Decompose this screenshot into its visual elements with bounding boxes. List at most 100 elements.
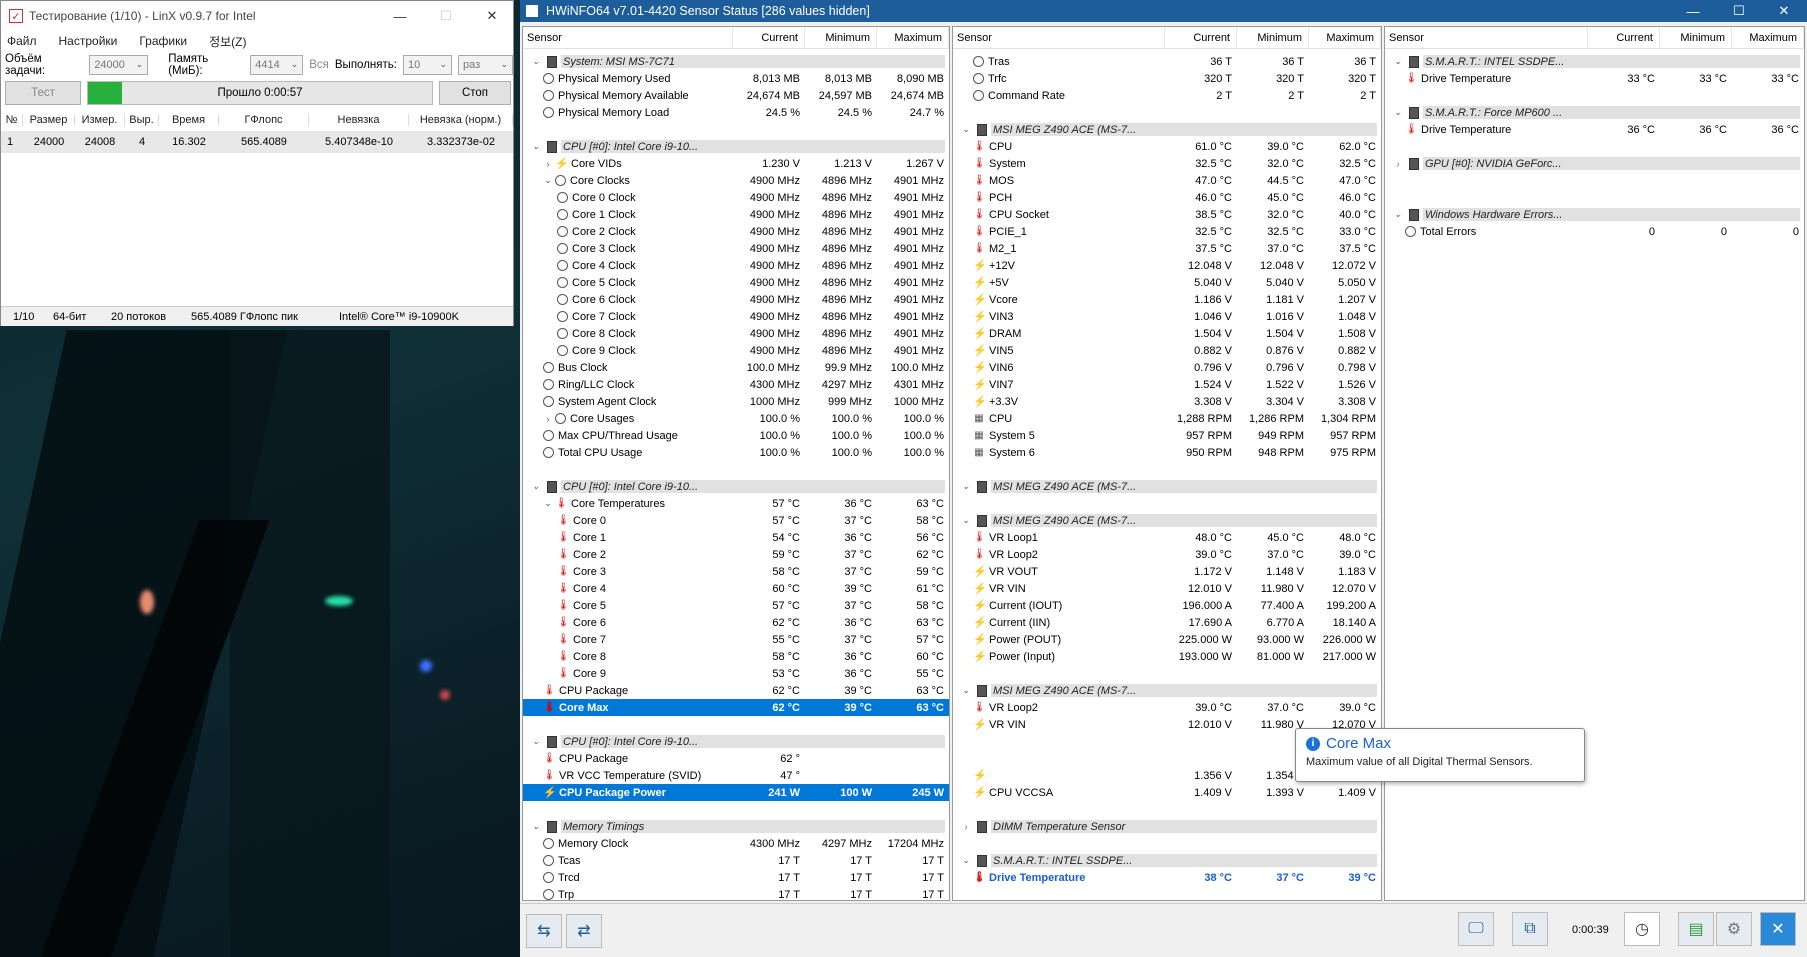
- minimize-button[interactable]: —: [1670, 0, 1716, 22]
- expand-all-button[interactable]: ⇆: [526, 914, 562, 948]
- sensor-row[interactable]: 🌡 PCIE_1 32.5 °C 32.5 °C 33.0 °C: [953, 223, 1381, 240]
- sensor-row[interactable]: Bus Clock 100.0 MHz 99.9 MHz 100.0 MHz: [523, 359, 949, 376]
- sensor-row[interactable]: 🌡 System 32.5 °C 32.0 °C 32.5 °C: [953, 155, 1381, 172]
- maximize-button[interactable]: ☐: [1716, 0, 1762, 22]
- sensor-row[interactable]: ⚡ VR VIN 12.010 V 11.980 V 12.070 V: [953, 580, 1381, 597]
- sensor-row[interactable]: 🌡 Core 9 53 °C 36 °C 55 °C: [523, 665, 949, 682]
- menu-graphs[interactable]: Графики: [139, 34, 187, 48]
- chevron-down-icon[interactable]: ⌄: [541, 498, 555, 509]
- sensor-group[interactable]: ⌄ MSI MEG Z490 ACE (MS-7...: [953, 512, 1381, 529]
- sensor-row[interactable]: 🌡 CPU Package 62 °: [523, 750, 949, 767]
- sensor-group[interactable]: ⌄ S.M.A.R.T.: INTEL SSDPE...: [1385, 53, 1804, 70]
- sensor-row[interactable]: Memory Clock 4300 MHz 4297 MHz 17204 MHz: [523, 835, 949, 852]
- sensor-row[interactable]: 🌡 Drive Temperature 36 °C 36 °C 36 °C: [1385, 121, 1804, 138]
- sensor-row[interactable]: 🌡 CPU Socket 38.5 °C 32.0 °C 40.0 °C: [953, 206, 1381, 223]
- linx-titlebar[interactable]: ✓ Тестирование (1/10) - LinX v0.9.7 for …: [1, 1, 513, 31]
- sensor-row[interactable]: 🌡 Drive Temperature 33 °C 33 °C 33 °C: [1385, 70, 1804, 87]
- chevron-right-icon[interactable]: ›: [959, 822, 973, 832]
- chevron-down-icon[interactable]: ⌄: [1391, 107, 1405, 118]
- sensor-row[interactable]: 🌡 CPU Package 62 °C 39 °C 63 °C: [523, 682, 949, 699]
- sensor-row[interactable]: › ⚡ Core VIDs 1.230 V 1.213 V 1.267 V: [523, 155, 949, 172]
- col-minimum[interactable]: Minimum: [1237, 27, 1309, 48]
- sensor-row[interactable]: 🌡 CPU 61.0 °C 39.0 °C 62.0 °C: [953, 138, 1381, 155]
- sensor-group[interactable]: ⌄ CPU [#0]: Intel Core i9-10...: [523, 478, 949, 495]
- menu-settings[interactable]: Настройки: [59, 34, 118, 48]
- sensor-group[interactable]: ⌄ MSI MEG Z490 ACE (MS-7...: [953, 478, 1381, 495]
- sensor-row[interactable]: Trp 17 T 17 T 17 T: [523, 886, 949, 900]
- col-maximum[interactable]: Maximum: [1732, 27, 1804, 48]
- sensor-row[interactable]: 🌡 M2_1 37.5 °C 37.0 °C 37.5 °C: [953, 240, 1381, 257]
- sensor-row[interactable]: ⚡ VIN3 1.046 V 1.016 V 1.048 V: [953, 308, 1381, 325]
- sensor-row[interactable]: Total Errors 0 0 0: [1385, 223, 1804, 240]
- col-maximum[interactable]: Maximum: [1309, 27, 1381, 48]
- sensor-row[interactable]: 🌡 Core 4 60 °C 39 °C 61 °C: [523, 580, 949, 597]
- sensor-row[interactable]: 🌡 PCH 46.0 °C 45.0 °C 46.0 °C: [953, 189, 1381, 206]
- sensor-row[interactable]: Ring/LLC Clock 4300 MHz 4297 MHz 4301 MHz: [523, 376, 949, 393]
- unit-combo[interactable]: раз ⌄: [458, 55, 514, 75]
- sensor-row[interactable]: 🌡 Core 7 55 °C 37 °C 57 °C: [523, 631, 949, 648]
- col-residual[interactable]: Невязка: [309, 114, 409, 126]
- chevron-down-icon[interactable]: ⌄: [529, 481, 543, 492]
- log-button[interactable]: ▤: [1678, 912, 1714, 946]
- sensor-row[interactable]: Core 1 Clock 4900 MHz 4896 MHz 4901 MHz: [523, 206, 949, 223]
- col-current[interactable]: Current: [733, 27, 805, 48]
- sensor-group[interactable]: ⌄ MSI MEG Z490 ACE (MS-7...: [953, 682, 1381, 699]
- stop-button[interactable]: Стоп: [439, 81, 511, 105]
- chevron-down-icon[interactable]: ⌄: [529, 736, 543, 747]
- sensor-row[interactable]: 🌡 Core 1 54 °C 36 °C 56 °C: [523, 529, 949, 546]
- close-button[interactable]: ✕: [1761, 0, 1807, 22]
- col-minimum[interactable]: Minimum: [1660, 27, 1732, 48]
- sensor-row[interactable]: Core 5 Clock 4900 MHz 4896 MHz 4901 MHz: [523, 274, 949, 291]
- chevron-down-icon[interactable]: ⌄: [1391, 56, 1405, 67]
- maximize-button[interactable]: ☐: [423, 1, 469, 31]
- sensor-row[interactable]: 🌡 MOS 47.0 °C 44.5 °C 47.0 °C: [953, 172, 1381, 189]
- sensor-row[interactable]: 🌡 VR Loop2 39.0 °C 37.0 °C 39.0 °C: [953, 699, 1381, 716]
- sensor-row[interactable]: Physical Memory Used 8,013 MB 8,013 MB 8,09…: [523, 70, 949, 87]
- menu-info[interactable]: 정보(Z): [209, 33, 246, 50]
- sensor-group[interactable]: ⌄ Windows Hardware Errors...: [1385, 206, 1804, 223]
- sensor-row[interactable]: Trcd 17 T 17 T 17 T: [523, 869, 949, 886]
- close-button[interactable]: ✕: [469, 1, 515, 31]
- col-align[interactable]: Выр.: [125, 114, 159, 126]
- sensor-row[interactable]: ▦ System 5 957 RPM 949 RPM 957 RPM: [953, 427, 1381, 444]
- sensor-row[interactable]: Core 6 Clock 4900 MHz 4896 MHz 4901 MHz: [523, 291, 949, 308]
- sensor-row[interactable]: Core 8 Clock 4900 MHz 4896 MHz 4901 MHz: [523, 325, 949, 342]
- sensor-row[interactable]: Core 4 Clock 4900 MHz 4896 MHz 4901 MHz: [523, 257, 949, 274]
- sensor-row[interactable]: ⚡ DRAM 1.504 V 1.504 V 1.508 V: [953, 325, 1381, 342]
- chevron-right-icon[interactable]: ›: [541, 414, 555, 424]
- sensor-row[interactable]: ⚡ VIN5 0.882 V 0.876 V 0.882 V: [953, 342, 1381, 359]
- sensor-group[interactable]: ⌄ CPU [#0]: Intel Core i9-10...: [523, 138, 949, 155]
- sensor-panel-1[interactable]: Sensor Current Minimum Maximum ⌄ System: MSI …: [522, 26, 950, 901]
- clock-button[interactable]: ◷: [1624, 912, 1660, 946]
- sensor-row[interactable]: ⚡ Vcore 1.186 V 1.181 V 1.207 V: [953, 291, 1381, 308]
- network-button[interactable]: ⧉: [1512, 912, 1548, 946]
- chevron-down-icon[interactable]: ⌄: [529, 821, 543, 832]
- sensor-row[interactable]: ⚡ Current (IOUT) 196.000 A 77.400 A 199.200 …: [953, 597, 1381, 614]
- sensor-row[interactable]: 🌡 VR VCC Temperature (SVID) 47 °: [523, 767, 949, 784]
- sensor-row[interactable]: ⌄ 🌡 Core Temperatures 57 °C 36 °C 63 °C: [523, 495, 949, 512]
- sensor-row[interactable]: Core 2 Clock 4900 MHz 4896 MHz 4901 MHz: [523, 223, 949, 240]
- sensor-row[interactable]: System Agent Clock 1000 MHz 999 MHz 1000 MH…: [523, 393, 949, 410]
- col-time[interactable]: Время: [159, 114, 219, 126]
- col-num[interactable]: №: [1, 114, 23, 126]
- collapse-all-button[interactable]: ⇄: [566, 914, 602, 948]
- sensor-group[interactable]: ⌄ System: MSI MS-7C71: [523, 53, 949, 70]
- chevron-down-icon[interactable]: ⌄: [541, 175, 555, 186]
- sensor-row[interactable]: ⚡ Power (POUT) 225.000 W 93.000 W 226.000 W: [953, 631, 1381, 648]
- task-size-combo[interactable]: 24000 ⌄: [89, 55, 149, 75]
- sensor-group[interactable]: › GPU [#0]: NVIDIA GeForc...: [1385, 155, 1804, 172]
- col-gflops[interactable]: ГФлопс: [219, 114, 309, 126]
- col-current[interactable]: Current: [1588, 27, 1660, 48]
- sensor-row[interactable]: ⚡ Current (IIN) 17.690 A 6.770 A 18.140 A: [953, 614, 1381, 631]
- chevron-down-icon[interactable]: ⌄: [959, 515, 973, 526]
- sensor-row[interactable]: 🌡 Core Max 62 °C 39 °C 63 °C: [523, 699, 949, 716]
- sensor-row[interactable]: 🌡 Drive Temperature 38 °C 37 °C 39 °C: [953, 869, 1381, 886]
- col-size[interactable]: Размер: [23, 114, 75, 126]
- chevron-down-icon[interactable]: ⌄: [959, 124, 973, 135]
- sensor-row[interactable]: Core 0 Clock 4900 MHz 4896 MHz 4901 MHz: [523, 189, 949, 206]
- sensor-row[interactable]: 🌡 Core 5 57 °C 37 °C 58 °C: [523, 597, 949, 614]
- exit-button[interactable]: ✕: [1760, 912, 1796, 946]
- sensor-row[interactable]: Physical Memory Load 24.5 % 24.5 % 24.7 %: [523, 104, 949, 121]
- sensor-row[interactable]: ▦ System 6 950 RPM 948 RPM 975 RPM: [953, 444, 1381, 461]
- sensor-row[interactable]: ⚡ Power (Input) 193.000 W 81.000 W 217.000 W: [953, 648, 1381, 665]
